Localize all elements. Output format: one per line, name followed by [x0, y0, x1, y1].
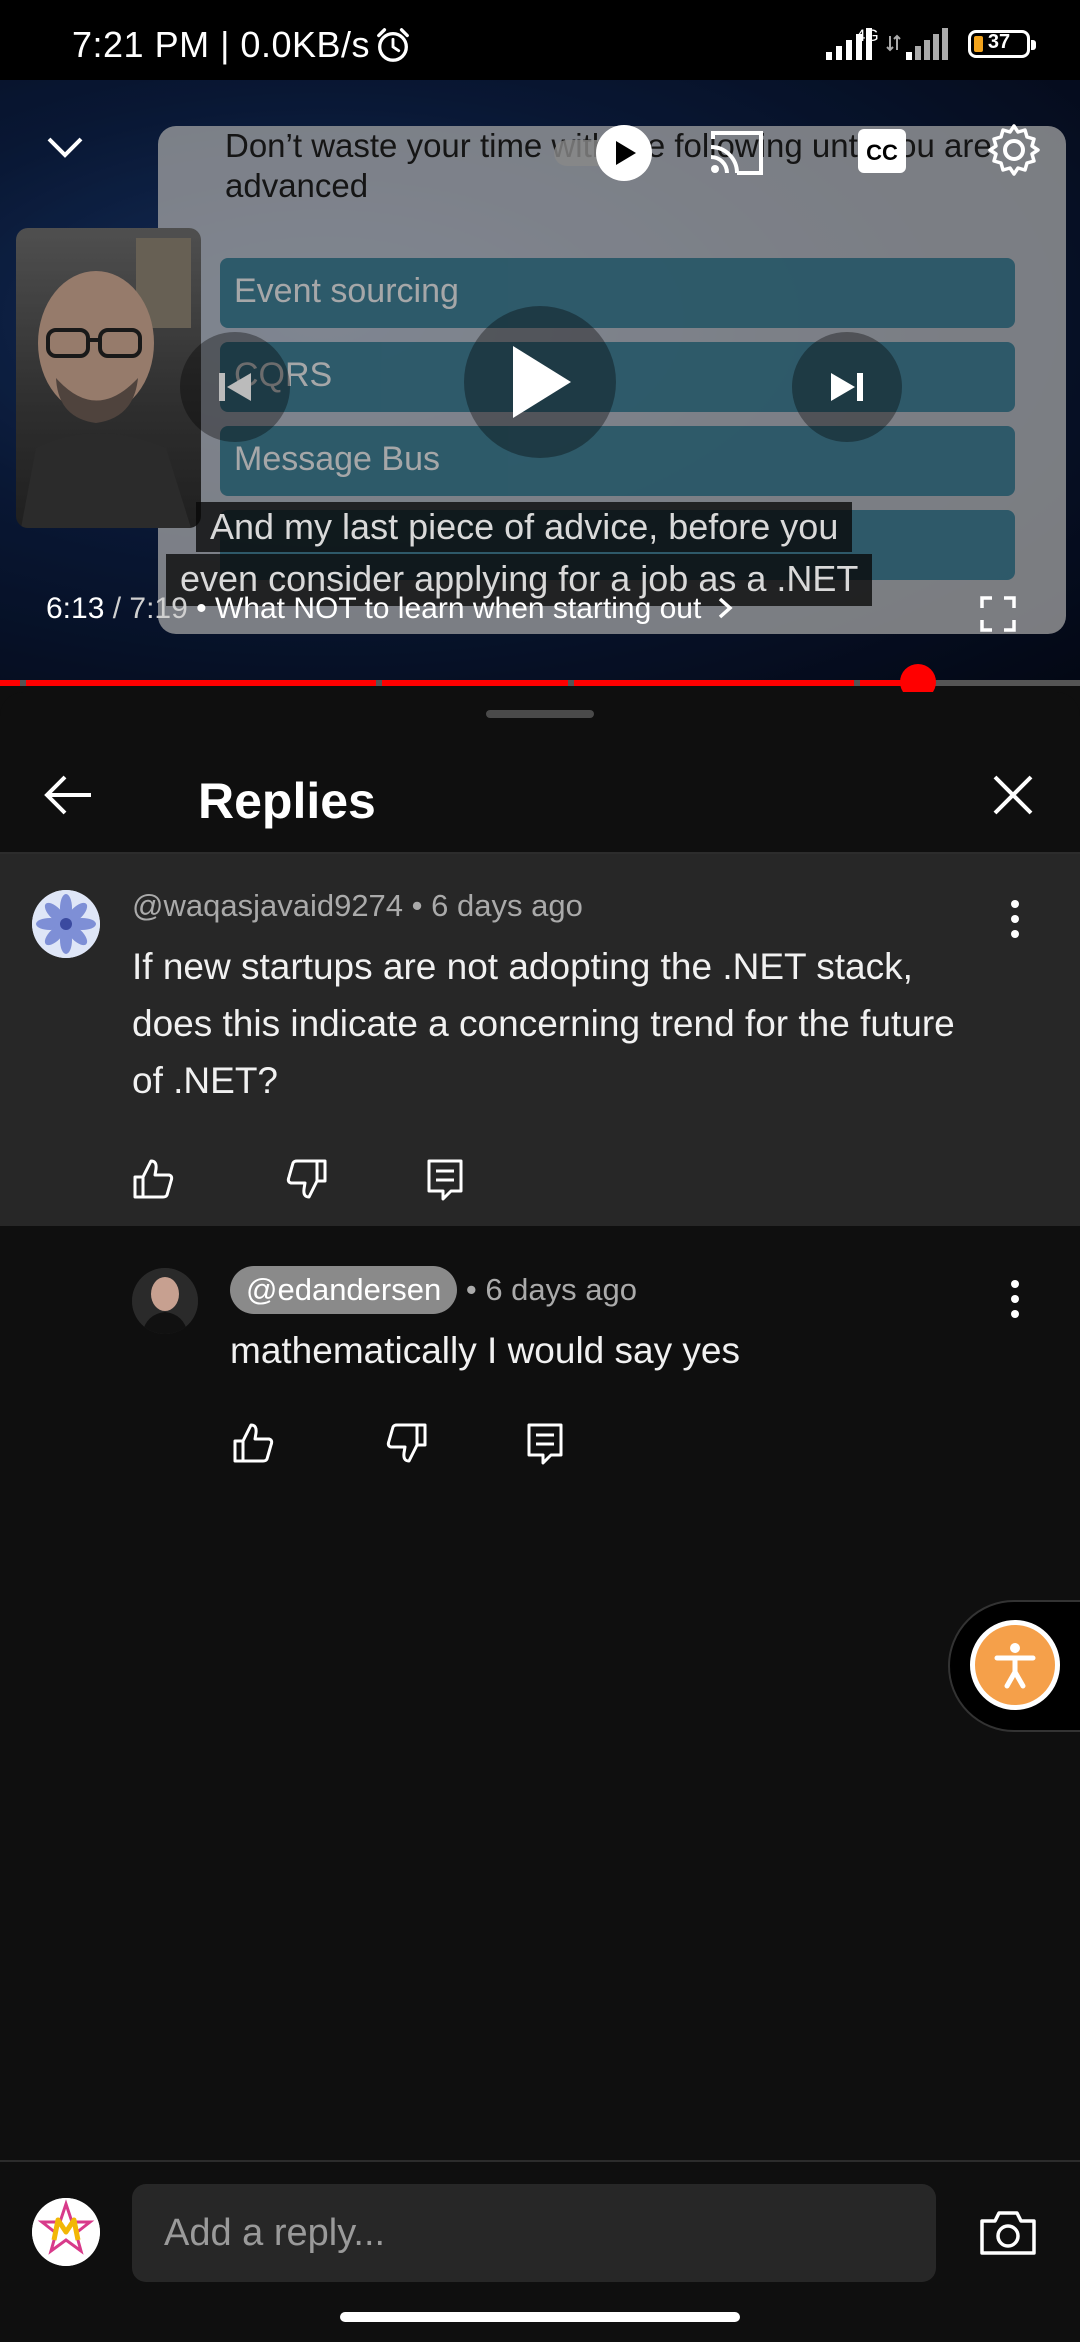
avatar[interactable]: [132, 1268, 198, 1334]
comment-author[interactable]: @waqasjavaid9274: [132, 888, 403, 923]
duration: 7:19: [129, 592, 188, 625]
current-time: 6:13: [46, 592, 105, 625]
closed-captions-icon[interactable]: CC: [856, 126, 908, 176]
cast-icon[interactable]: [706, 126, 768, 180]
camera-icon[interactable]: [976, 2206, 1040, 2260]
comment-age: 6 days ago: [431, 888, 583, 923]
person-avatar-icon: [132, 1268, 198, 1334]
alarm-icon: [377, 28, 409, 62]
thumbs-down-icon: [286, 1159, 327, 1199]
autoplay-toggle[interactable]: [550, 122, 660, 184]
comment-age: 6 days ago: [485, 1272, 637, 1307]
thumbs-up-icon: [133, 1159, 174, 1199]
like-button[interactable]: [130, 1156, 176, 1202]
battery-level: 37: [987, 31, 1011, 53]
battery-icon: 37: [968, 30, 1036, 58]
settings-gear-icon[interactable]: [986, 122, 1042, 178]
previous-icon: [219, 373, 251, 401]
status-bar: 7:21 PM | 0.0KB/s 4G 37: [0, 0, 1080, 80]
back-arrow-icon[interactable]: [38, 770, 98, 820]
play-icon: [513, 346, 571, 418]
author-chip[interactable]: @edandersen: [230, 1266, 458, 1314]
avatar[interactable]: [32, 890, 100, 958]
dislike-button[interactable]: [284, 1156, 330, 1202]
accessibility-floating-button[interactable]: [948, 1600, 1080, 1732]
caption-line: And my last piece of advice, before you: [196, 502, 853, 552]
next-icon: [831, 373, 863, 401]
close-icon[interactable]: [988, 770, 1038, 820]
avatar[interactable]: [32, 2198, 100, 2266]
play-button[interactable]: [464, 306, 616, 458]
reply-comment-icon: [527, 1423, 563, 1465]
comment-text: If new startups are not adopting the .NE…: [132, 946, 955, 1101]
signal-strength-icon: [826, 28, 872, 60]
reply-comment-icon: [427, 1159, 463, 1201]
comment-meta: @waqasjavaid9274 • 6 days ago: [132, 888, 583, 923]
chapter-title: What NOT to learn when starting out: [214, 592, 702, 625]
reply-button[interactable]: [422, 1156, 468, 1202]
like-button[interactable]: [230, 1420, 276, 1466]
parent-comment: @waqasjavaid9274 • 6 days ago If new sta…: [0, 854, 1080, 1226]
fullscreen-icon[interactable]: [976, 592, 1020, 636]
next-button[interactable]: [792, 332, 902, 442]
comment-text: mathematically I would say yes: [230, 1330, 740, 1371]
status-time: 7:21 PM | 0.0KB/s: [72, 24, 370, 65]
panel-title: Replies: [198, 773, 376, 829]
home-indicator[interactable]: [340, 2312, 740, 2322]
panel-header: Replies: [0, 732, 1080, 852]
chevron-right-icon: [718, 597, 733, 619]
svg-text:CC: CC: [866, 140, 898, 165]
comment-meta: @edandersen • 6 days ago: [230, 1266, 637, 1314]
video-player[interactable]: Don’t waste your time with the following…: [0, 80, 1080, 680]
replies-panel: Replies @waqasjavaid9274 • 6 days ago If…: [0, 692, 1080, 2340]
dislike-button[interactable]: [384, 1420, 430, 1466]
reply-button[interactable]: [522, 1420, 568, 1466]
more-options-icon[interactable]: [1000, 894, 1030, 944]
thumbs-down-icon: [386, 1423, 427, 1463]
flower-avatar-icon: [32, 890, 100, 958]
more-options-icon[interactable]: [1000, 1274, 1030, 1324]
minimize-chevron-icon[interactable]: [40, 122, 90, 172]
accessibility-icon: [970, 1620, 1060, 1710]
previous-button[interactable]: [180, 332, 290, 442]
reply-input[interactable]: [132, 2184, 936, 2282]
channel-logo-icon: [32, 2198, 100, 2266]
signal-strength-secondary-icon: [886, 28, 948, 60]
thumbs-up-icon: [233, 1423, 274, 1463]
player-time-info[interactable]: 6:13 / 7:19 • What NOT to learn when sta…: [46, 592, 734, 626]
panel-drag-handle[interactable]: [486, 710, 594, 718]
